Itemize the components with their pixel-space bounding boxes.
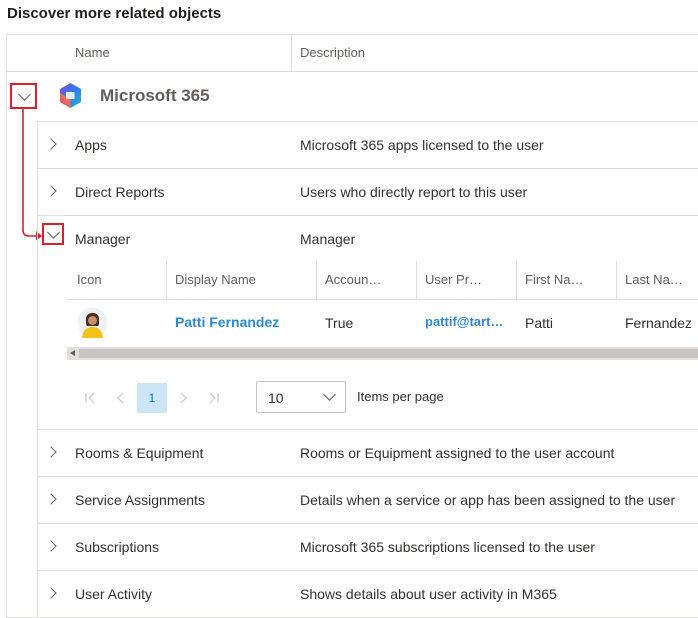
row-name: User Activity bbox=[75, 586, 153, 602]
display-name-link[interactable]: Patti Fernandez bbox=[175, 314, 279, 330]
cell-account: True bbox=[325, 315, 354, 331]
last-page-icon bbox=[209, 392, 219, 404]
first-page-icon bbox=[85, 392, 95, 404]
column-divider bbox=[616, 261, 617, 299]
row-direct-reports[interactable]: Direct Reports Users who directly report… bbox=[37, 169, 698, 215]
row-description: Details when a service or app has been a… bbox=[300, 492, 676, 508]
chevron-right-icon bbox=[45, 446, 57, 458]
row-name: Rooms & Equipment bbox=[75, 445, 204, 461]
manager-expand-button[interactable] bbox=[42, 223, 64, 245]
avatar bbox=[77, 307, 108, 338]
chevron-right-icon bbox=[45, 138, 57, 150]
microsoft-365-logo bbox=[56, 81, 85, 110]
next-page-button[interactable] bbox=[168, 383, 198, 413]
column-header-name[interactable]: Name bbox=[75, 45, 110, 60]
header-first-name[interactable]: First Na… bbox=[525, 272, 584, 287]
column-header-description[interactable]: Description bbox=[300, 45, 365, 60]
table-row[interactable]: Patti Fernandez True pattif@tart… Patti … bbox=[67, 300, 698, 346]
row-rooms-equipment[interactable]: Rooms & Equipment Rooms or Equipment ass… bbox=[37, 430, 698, 476]
cell-user-principal[interactable]: pattif@tart… bbox=[425, 314, 503, 329]
chevron-down-icon bbox=[47, 226, 60, 239]
row-apps[interactable]: Apps Microsoft 365 apps licensed to the … bbox=[37, 122, 698, 168]
header-user-principal[interactable]: User Pr… bbox=[425, 272, 482, 287]
scrollbar-thumb[interactable] bbox=[79, 349, 698, 358]
chevron-right-icon bbox=[45, 587, 57, 599]
row-name: Apps bbox=[75, 137, 107, 153]
row-name: Direct Reports bbox=[75, 184, 165, 200]
prev-page-button[interactable] bbox=[106, 383, 136, 413]
first-page-button[interactable] bbox=[75, 383, 105, 413]
horizontal-scrollbar[interactable] bbox=[67, 347, 698, 360]
prev-page-icon bbox=[117, 392, 124, 404]
row-name: Subscriptions bbox=[75, 539, 160, 555]
row-name: Manager bbox=[75, 231, 131, 247]
column-divider bbox=[166, 261, 167, 299]
header-account[interactable]: Accoun… bbox=[325, 272, 381, 287]
chevron-down-icon bbox=[18, 88, 31, 101]
next-page-icon bbox=[180, 392, 187, 404]
group-expand-button[interactable] bbox=[10, 83, 37, 109]
header-display-name[interactable]: Display Name bbox=[175, 272, 256, 287]
row-description: Rooms or Equipment assigned to the user … bbox=[300, 445, 615, 461]
scroll-left-icon[interactable] bbox=[70, 350, 75, 356]
page-title: Discover more related objects bbox=[7, 5, 222, 22]
row-description: Shows details about user activity in M36… bbox=[300, 586, 557, 602]
page-size-value: 10 bbox=[268, 390, 284, 406]
cell-last-name: Fernandez bbox=[625, 315, 692, 331]
header-icon[interactable]: Icon bbox=[77, 272, 102, 287]
column-divider bbox=[416, 261, 417, 299]
column-divider bbox=[316, 261, 317, 299]
items-per-page-label: Items per page bbox=[357, 389, 444, 404]
row-description: Manager bbox=[300, 231, 356, 247]
header-divider bbox=[7, 71, 698, 72]
row-subscriptions[interactable]: Subscriptions Microsoft 365 subscription… bbox=[37, 524, 698, 570]
column-divider bbox=[291, 34, 292, 71]
page-number-button[interactable]: 1 bbox=[137, 383, 167, 413]
cell-first-name: Patti bbox=[525, 315, 554, 331]
header-last-name[interactable]: Last Na… bbox=[625, 272, 683, 287]
chevron-right-icon bbox=[45, 493, 57, 505]
row-manager[interactable]: Manager Manager bbox=[37, 216, 698, 262]
row-name: Service Assignments bbox=[75, 492, 205, 508]
row-description: Users who directly report to this user bbox=[300, 184, 528, 200]
chevron-down-icon bbox=[323, 388, 336, 401]
last-page-button[interactable] bbox=[199, 383, 229, 413]
row-description: Microsoft 365 apps licensed to the user bbox=[300, 137, 544, 153]
chevron-right-icon bbox=[45, 185, 57, 197]
row-description: Microsoft 365 subscriptions licensed to … bbox=[300, 539, 595, 555]
row-user-activity[interactable]: User Activity Shows details about user a… bbox=[37, 571, 698, 617]
manager-table-header: Icon Display Name Accoun… User Pr… First… bbox=[67, 261, 698, 299]
chevron-right-icon bbox=[45, 540, 57, 552]
page-size-select[interactable]: 10 bbox=[256, 381, 346, 413]
group-title: Microsoft 365 bbox=[100, 86, 210, 105]
column-divider bbox=[516, 261, 517, 299]
row-service-assignments[interactable]: Service Assignments Details when a servi… bbox=[37, 477, 698, 523]
